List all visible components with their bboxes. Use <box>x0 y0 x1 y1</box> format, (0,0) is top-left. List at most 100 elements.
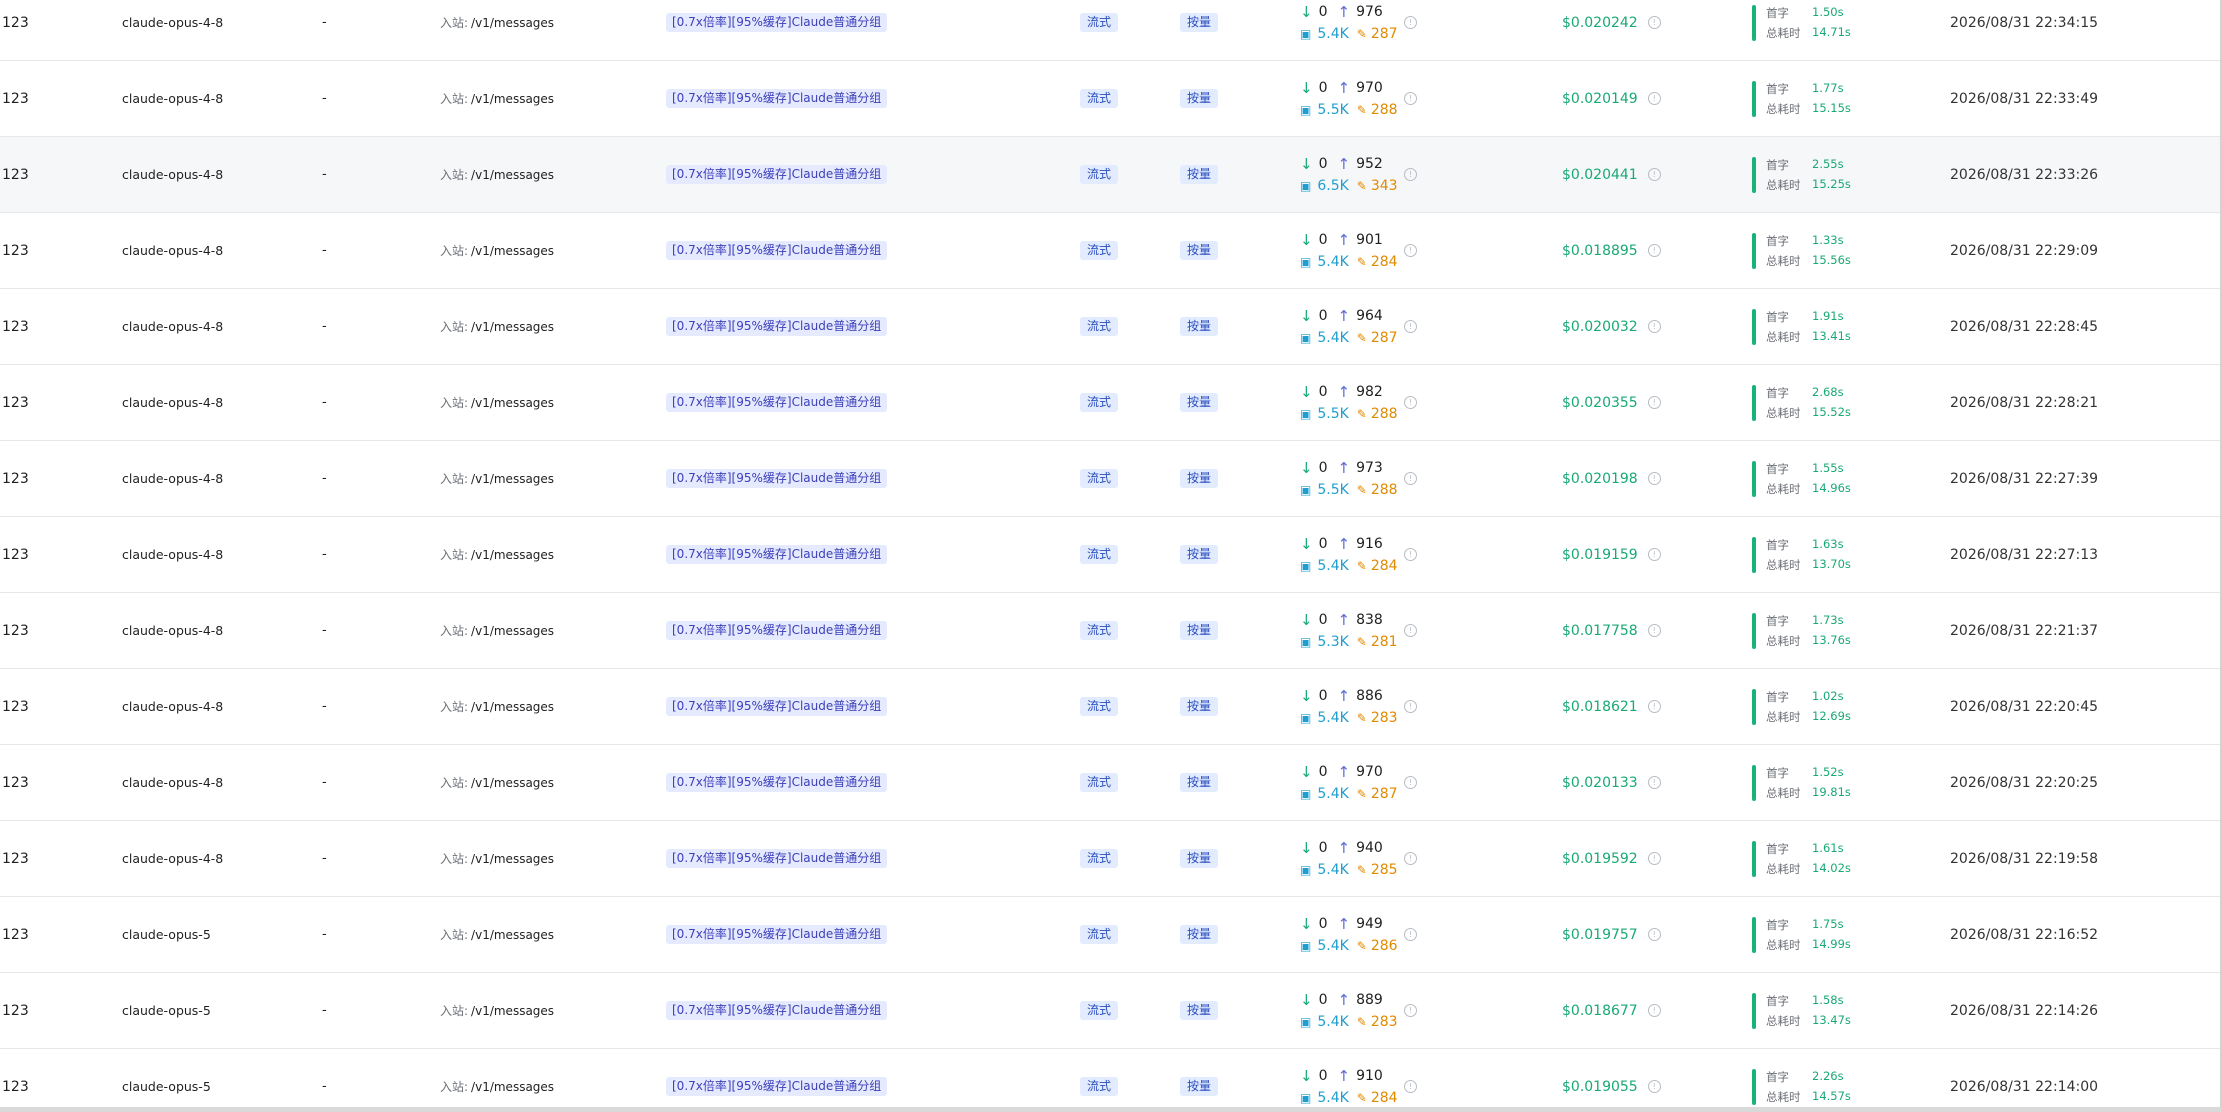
group-cell: [0.7x倍率][95%缓存]Claude普通分组 <box>666 897 888 972</box>
first-token-label: 首字 <box>1766 537 1789 552</box>
input-tokens: 0 <box>1318 79 1328 96</box>
info-icon[interactable]: ! <box>1647 16 1661 29</box>
info-icon[interactable]: ! <box>1647 396 1661 409</box>
stream-mode-tag: 流式 <box>1080 89 1119 108</box>
info-icon[interactable]: ! <box>1404 700 1417 713</box>
cache-write-tokens: 287 <box>1370 329 1398 346</box>
token-cache-line: ▣ 5.4K ✎ 283 <box>1300 707 1398 729</box>
info-icon[interactable]: ! <box>1647 1004 1661 1017</box>
user-cell: 123 <box>2 0 29 60</box>
table-row[interactable]: 123 claude-opus-4-8 - 入站: /v1/messages [… <box>0 365 2221 441</box>
table-row[interactable]: 123 claude-opus-4-8 - 入站: /v1/messages [… <box>0 213 2221 289</box>
first-token-label: 首字 <box>1766 5 1789 20</box>
group-cell: [0.7x倍率][95%缓存]Claude普通分组 <box>666 61 888 136</box>
info-icon[interactable]: ! <box>1404 244 1417 257</box>
table-row[interactable]: 123 claude-opus-4-8 - 入站: /v1/messages [… <box>0 289 2221 365</box>
info-icon[interactable]: ! <box>1404 548 1417 561</box>
info-icon[interactable]: ! <box>1404 1080 1417 1093</box>
total-time-label: 总耗时 <box>1766 709 1801 724</box>
output-tokens: 964 <box>1356 307 1383 324</box>
model-name: claude-opus-4-8 <box>122 91 224 106</box>
token-name: - <box>322 851 327 866</box>
info-icon[interactable]: ! <box>1404 396 1417 409</box>
cost-cell: $0.020441 ! <box>1562 137 1661 212</box>
input-tokens: 0 <box>1318 231 1328 248</box>
edit-icon: ✎ <box>1356 862 1367 877</box>
info-icon[interactable]: ! <box>1647 928 1661 941</box>
stream-mode-tag: 流式 <box>1080 393 1119 412</box>
model-cell: claude-opus-4-8 <box>122 821 223 896</box>
billing-type-tag: 按量 <box>1180 317 1219 336</box>
info-icon[interactable]: ! <box>1647 472 1661 485</box>
endpoint-path: /v1/messages <box>471 851 555 866</box>
timing-grid: 首字 1.75s 总耗时 14.99s <box>1766 917 1851 953</box>
table-row[interactable]: 123 claude-opus-4-8 - 入站: /v1/messages [… <box>0 61 2221 137</box>
token-name: - <box>322 243 327 258</box>
cost-value: $0.020149 <box>1562 90 1638 107</box>
info-icon[interactable]: ! <box>1647 852 1661 865</box>
table-row[interactable]: 123 claude-opus-4-8 - 入站: /v1/messages [… <box>0 669 2221 745</box>
model-cell: claude-opus-4-8 <box>122 137 223 212</box>
info-icon[interactable]: ! <box>1404 624 1417 637</box>
cache-tokens: 5.4K <box>1317 329 1349 346</box>
info-icon[interactable]: ! <box>1404 852 1417 865</box>
info-icon[interactable]: ! <box>1404 1004 1417 1017</box>
group-cell: [0.7x倍率][95%缓存]Claude普通分组 <box>666 365 888 440</box>
info-icon[interactable]: ! <box>1404 168 1417 181</box>
table-row[interactable]: 123 claude-opus-5 - 入站: /v1/messages [0.… <box>0 897 2221 973</box>
table-row[interactable]: 123 claude-opus-4-8 - 入站: /v1/messages [… <box>0 821 2221 897</box>
info-icon[interactable]: ! <box>1404 320 1417 333</box>
info-icon[interactable]: ! <box>1404 776 1417 789</box>
table-row[interactable]: 123 claude-opus-5 - 入站: /v1/messages [0.… <box>0 973 2221 1049</box>
info-icon[interactable]: ! <box>1647 320 1661 333</box>
input-tokens: 0 <box>1318 383 1328 400</box>
timing-indicator-bar <box>1752 840 1756 877</box>
token-cache-line: ▣ 5.4K ✎ 284 <box>1300 555 1398 577</box>
info-icon[interactable]: ! <box>1404 92 1417 105</box>
table-row[interactable]: 123 claude-opus-4-8 - 入站: /v1/messages [… <box>0 745 2221 821</box>
table-row[interactable]: 123 claude-opus-4-8 - 入站: /v1/messages [… <box>0 593 2221 669</box>
table-row[interactable]: 123 claude-opus-5 - 入站: /v1/messages [0.… <box>0 1049 2221 1112</box>
timestamp: 2026/08/31 22:33:49 <box>1950 90 2099 107</box>
tokens-cell: ↓ 0 ↑ 982 ▣ 5.5K ✎ 288 <box>1300 365 1398 440</box>
billing-type-tag: 按量 <box>1180 849 1219 868</box>
info-icon[interactable]: ! <box>1404 928 1417 941</box>
table-row[interactable]: 123 claude-opus-4-8 - 入站: /v1/messages [… <box>0 0 2221 61</box>
info-icon[interactable]: ! <box>1647 624 1661 637</box>
output-tokens: 973 <box>1356 459 1383 476</box>
table-row[interactable]: 123 claude-opus-4-8 - 入站: /v1/messages [… <box>0 137 2221 213</box>
info-icon[interactable]: ! <box>1647 244 1661 257</box>
endpoint-prefix: 入站: <box>440 472 469 486</box>
total-time-value: 14.99s <box>1812 936 1851 951</box>
info-icon[interactable]: ! <box>1404 472 1417 485</box>
user-cell: 123 <box>2 213 29 288</box>
token-name: - <box>322 471 327 486</box>
info-icon[interactable]: ! <box>1647 92 1661 105</box>
usage-log-viewport[interactable]: 123 claude-opus-4-8 - 入站: /v1/messages [… <box>0 0 2221 1112</box>
endpoint-cell: 入站: /v1/messages <box>440 897 554 972</box>
endpoint-prefix: 入站: <box>440 396 469 410</box>
token-name: - <box>322 1003 327 1018</box>
arrow-down-icon: ↓ <box>1300 610 1313 629</box>
info-icon[interactable]: ! <box>1647 700 1661 713</box>
cache-tokens: 5.5K <box>1317 101 1349 118</box>
info-icon[interactable]: ! <box>1647 1080 1661 1093</box>
info-icon[interactable]: ! <box>1647 776 1661 789</box>
endpoint-path: /v1/messages <box>471 395 555 410</box>
table-row[interactable]: 123 claude-opus-4-8 - 入站: /v1/messages [… <box>0 441 2221 517</box>
model-cell: claude-opus-4-8 <box>122 669 223 744</box>
endpoint-prefix: 入站: <box>440 168 469 182</box>
output-tokens: 838 <box>1356 611 1383 628</box>
endpoint-cell: 入站: /v1/messages <box>440 593 554 668</box>
info-icon[interactable]: ! <box>1647 548 1661 561</box>
horizontal-scrollbar[interactable] <box>0 1107 2221 1112</box>
first-token-value: 1.55s <box>1812 460 1844 475</box>
table-row[interactable]: 123 claude-opus-4-8 - 入站: /v1/messages [… <box>0 517 2221 593</box>
first-token-value: 1.02s <box>1812 688 1844 703</box>
group-tag: [0.7x倍率][95%缓存]Claude普通分组 <box>666 13 888 32</box>
model-cell: claude-opus-4-8 <box>122 213 223 288</box>
cost-value: $0.020133 <box>1562 774 1638 791</box>
info-icon[interactable]: ! <box>1404 16 1417 29</box>
info-icon[interactable]: ! <box>1647 168 1661 181</box>
cache-write-tokens: 343 <box>1370 177 1398 194</box>
